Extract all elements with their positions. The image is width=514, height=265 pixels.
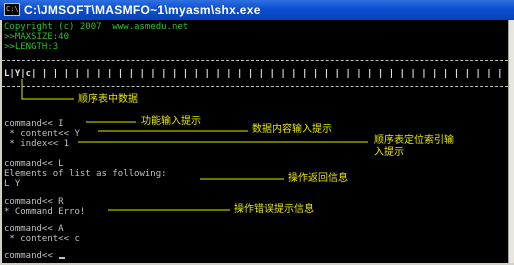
annotation-content-input: 数据内容输入提示 — [252, 124, 332, 135]
console-output[interactable]: Copyright (c) 2007 www.asmedu.net >>MAXS… — [2, 20, 508, 263]
annotation-error-info: 操作错误提示信息 — [234, 204, 314, 215]
console-app-icon[interactable]: C:\ — [4, 3, 20, 16]
console-window: C:\ C:\JMSOFT\MASMFO~1\myasm\shx.exe Cop… — [0, 0, 514, 265]
annotation-return-info: 操作返回信息 — [288, 173, 348, 184]
annotation-function-input: 功能输入提示 — [141, 116, 201, 127]
window-title: C:\JMSOFT\MASMFO~1\myasm\shx.exe — [24, 3, 261, 17]
leader-list-data — [21, 79, 74, 100]
title-bar[interactable]: C:\ C:\JMSOFT\MASMFO~1\myasm\shx.exe — [0, 0, 514, 20]
annotation-index-input: 顺序表定位索引输 入提示 — [374, 135, 454, 158]
vertical-scrollbar[interactable] — [508, 20, 514, 263]
annotation-list-data: 顺序表中数据 — [78, 94, 138, 105]
